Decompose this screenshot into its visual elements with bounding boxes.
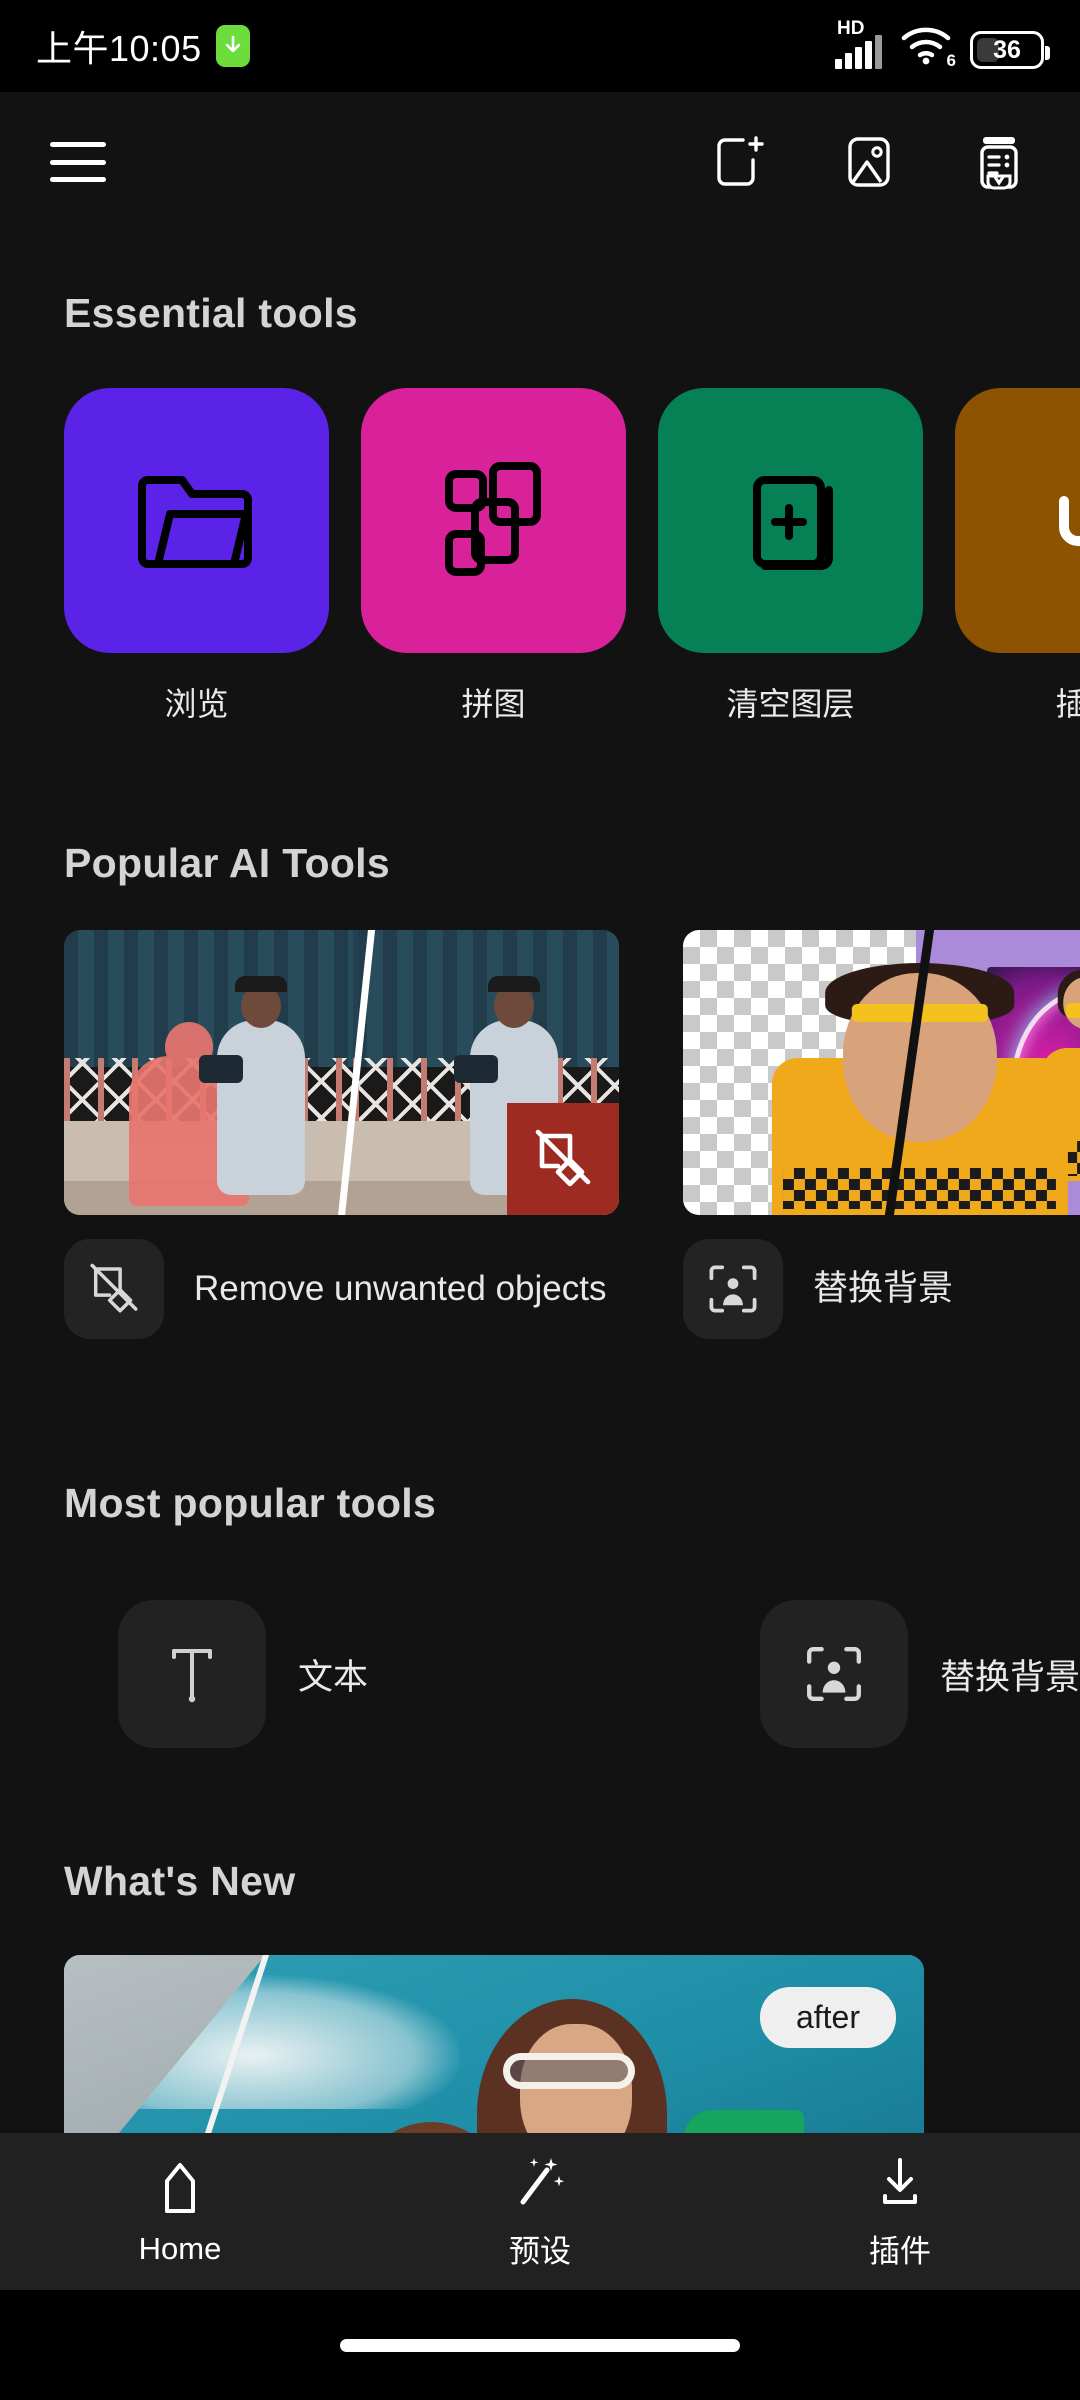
essential-tools-row[interactable]: 浏览 拼图 清空图层 插 [0,388,1080,725]
nav-item-presets[interactable]: 预设 [360,2133,720,2290]
app-screen: 上午10:05 HD 6 36 Essential tools 浏览 拼图 清空… [0,0,1080,2400]
tile-label: 插件 [1055,686,1080,722]
status-bar-right: HD 6 36 [835,19,1050,70]
nav-item-home[interactable]: Home [0,2133,360,2290]
tile-label: 清空图层 [726,686,855,722]
collage-icon [444,461,541,576]
ai-tools-row[interactable]: Remove unwanted objects 替换背景 [0,930,1080,1339]
section-title-popular-ai-tools: Popular AI Tools [64,840,390,886]
add-layer-icon [752,475,833,570]
before-photo [64,930,359,1215]
replace-background-icon[interactable] [759,1600,908,1748]
essential-tool-browse[interactable]: 浏览 [64,388,329,725]
text-tool-icon[interactable] [118,1600,266,1748]
battery-percent: 36 [993,35,1021,64]
bottom-navigation-bar[interactable]: Home 预设 插件 [0,2133,1080,2290]
download-icon [883,2158,917,2204]
replace-background-icon[interactable] [683,1239,783,1339]
section-title-essential-tools: Essential tools [64,290,358,336]
projects-archive-icon[interactable] [968,131,1030,193]
popular-tool-label: 替换背景 [939,1657,1080,1697]
gesture-navigation-bar [0,2290,1080,2400]
wifi-icon: 6 [900,25,956,70]
tile-label: 浏览 [164,686,229,722]
ai-tool-label: Remove unwanted objects [194,1269,607,1309]
signal-bars [835,35,882,69]
after-badge: after [759,1987,896,2048]
home-icon [165,2162,195,2213]
hd-label: HD [837,18,865,39]
remove-object-badge-icon [507,1103,619,1215]
section-title-most-popular-tools: Most popular tools [64,1480,437,1526]
ai-tool-thumbnail[interactable] [683,930,1080,1215]
popular-tool-label: 文本 [298,1657,369,1697]
cellular-signal-icon: HD [835,19,882,69]
open-image-icon[interactable] [838,131,900,193]
plugin-icon [1058,495,1080,546]
nav-label: 预设 [509,2234,571,2269]
hamburger-menu-icon[interactable] [50,142,106,182]
tile-label: 拼图 [461,686,526,722]
ai-tool-footer[interactable]: Remove unwanted objects [64,1239,619,1339]
status-bar: 上午10:05 HD 6 36 [0,0,1080,92]
magic-wand-icon [520,2158,565,2205]
nav-label: 插件 [869,2234,931,2269]
nav-label: Home [138,2230,222,2266]
app-bar [0,92,1080,232]
status-time: 上午10:05 [36,28,202,69]
popular-tool-replace-background[interactable]: 替换背景 [759,1600,1080,1748]
most-popular-tools-row[interactable]: 文本 替换背景 [0,1600,1080,1748]
tile-surface[interactable] [955,388,1080,653]
section-title-whats-new: What's New [64,1858,296,1904]
battery-icon: 36 [970,31,1050,69]
ai-tool-thumbnail[interactable] [64,930,619,1215]
gesture-pill[interactable] [340,2338,740,2352]
folder-icon [137,475,252,568]
download-arrow-icon [215,25,250,67]
ai-tool-replace-background[interactable]: 替换背景 [683,930,1080,1339]
popular-tool-text[interactable]: 文本 [118,1600,760,1748]
app-bar-actions [708,131,1030,193]
wifi-generation-label: 6 [946,51,956,70]
nav-item-plugins[interactable]: 插件 [720,2133,1080,2290]
ai-tool-footer[interactable]: 替换背景 [683,1239,1080,1339]
tile-surface[interactable] [64,388,329,653]
remove-object-icon[interactable] [64,1239,164,1339]
essential-tool-collage[interactable]: 拼图 [361,388,626,725]
essential-tool-plugin[interactable]: 插件 [955,388,1080,725]
new-project-icon[interactable] [708,131,770,193]
ai-tool-remove-objects[interactable]: Remove unwanted objects [64,930,619,1339]
tile-surface[interactable] [658,388,923,653]
status-bar-left: 上午10:05 [36,20,250,72]
model-subject [216,976,305,1196]
tile-surface[interactable] [361,388,626,653]
essential-tool-clear-layers[interactable]: 清空图层 [658,388,923,725]
ai-tool-label: 替换背景 [813,1269,954,1309]
